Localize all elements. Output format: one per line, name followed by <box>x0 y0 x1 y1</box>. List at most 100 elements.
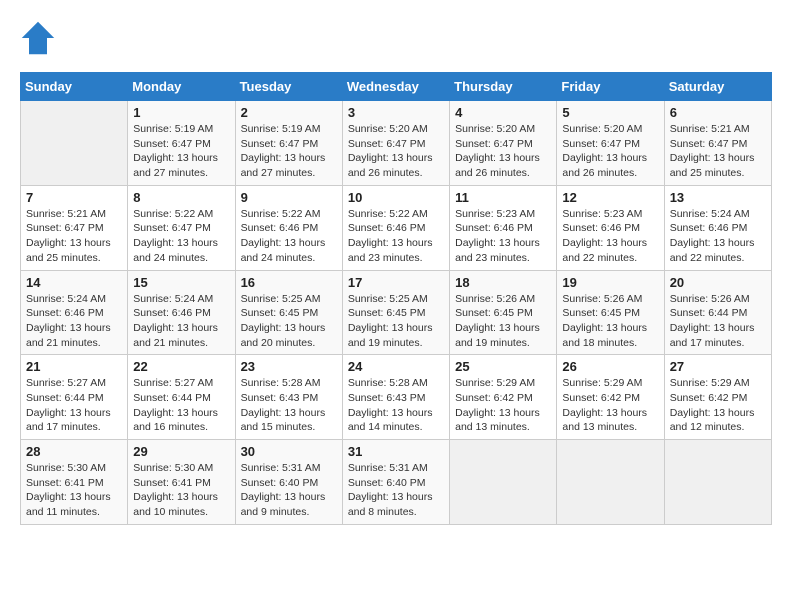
day-info: Sunrise: 5:21 AMSunset: 6:47 PMDaylight:… <box>670 122 766 181</box>
weekday-header: Thursday <box>450 73 557 101</box>
day-info: Sunrise: 5:24 AMSunset: 6:46 PMDaylight:… <box>670 207 766 266</box>
calendar-cell: 7 Sunrise: 5:21 AMSunset: 6:47 PMDaylight… <box>21 185 128 270</box>
calendar-cell: 16Sunrise: 5:25 AMSunset: 6:45 PMDayligh… <box>235 270 342 355</box>
calendar-cell <box>557 440 664 525</box>
day-number: 2 <box>241 105 337 120</box>
day-info: Sunrise: 5:29 AMSunset: 6:42 PMDaylight:… <box>670 376 766 435</box>
calendar-cell: 26Sunrise: 5:29 AMSunset: 6:42 PMDayligh… <box>557 355 664 440</box>
day-info: Sunrise: 5:28 AMSunset: 6:43 PMDaylight:… <box>348 376 444 435</box>
calendar-cell: 2 Sunrise: 5:19 AMSunset: 6:47 PMDaylight… <box>235 101 342 186</box>
day-number: 23 <box>241 359 337 374</box>
calendar-cell: 20 Sunrise: 5:26 AMSunset: 6:44 PMDayligh… <box>664 270 771 355</box>
calendar-week-row: 1 Sunrise: 5:19 AMSunset: 6:47 PMDaylight… <box>21 101 772 186</box>
calendar-cell: 18Sunrise: 5:26 AMSunset: 6:45 PMDayligh… <box>450 270 557 355</box>
calendar-week-row: 7 Sunrise: 5:21 AMSunset: 6:47 PMDaylight… <box>21 185 772 270</box>
calendar-cell: 4Sunrise: 5:20 AMSunset: 6:47 PMDaylight… <box>450 101 557 186</box>
day-info: Sunrise: 5:19 AMSunset: 6:47 PMDaylight:… <box>241 122 337 181</box>
day-number: 29 <box>133 444 229 459</box>
weekday-header: Wednesday <box>342 73 449 101</box>
day-number: 10 <box>348 190 444 205</box>
day-info: Sunrise: 5:21 AMSunset: 6:47 PMDaylight:… <box>26 207 122 266</box>
calendar-cell: 3 Sunrise: 5:20 AMSunset: 6:47 PMDaylight… <box>342 101 449 186</box>
day-number: 3 <box>348 105 444 120</box>
weekday-header-row: SundayMondayTuesdayWednesdayThursdayFrid… <box>21 73 772 101</box>
day-info: Sunrise: 5:29 AMSunset: 6:42 PMDaylight:… <box>562 376 658 435</box>
day-number: 27 <box>670 359 766 374</box>
day-number: 17 <box>348 275 444 290</box>
day-number: 30 <box>241 444 337 459</box>
calendar-week-row: 21 Sunrise: 5:27 AMSunset: 6:44 PMDayligh… <box>21 355 772 440</box>
day-info: Sunrise: 5:26 AMSunset: 6:44 PMDaylight:… <box>670 292 766 351</box>
calendar-cell: 21 Sunrise: 5:27 AMSunset: 6:44 PMDayligh… <box>21 355 128 440</box>
calendar-cell: 1 Sunrise: 5:19 AMSunset: 6:47 PMDaylight… <box>128 101 235 186</box>
day-number: 6 <box>670 105 766 120</box>
calendar-table: SundayMondayTuesdayWednesdayThursdayFrid… <box>20 72 772 525</box>
day-number: 1 <box>133 105 229 120</box>
calendar-cell: 28 Sunrise: 5:30 AMSunset: 6:41 PMDayligh… <box>21 440 128 525</box>
calendar-cell: 9 Sunrise: 5:22 AMSunset: 6:46 PMDaylight… <box>235 185 342 270</box>
calendar-cell: 29 Sunrise: 5:30 AMSunset: 6:41 PMDayligh… <box>128 440 235 525</box>
header <box>20 20 772 56</box>
calendar-cell: 22 Sunrise: 5:27 AMSunset: 6:44 PMDayligh… <box>128 355 235 440</box>
day-number: 14 <box>26 275 122 290</box>
day-info: Sunrise: 5:30 AMSunset: 6:41 PMDaylight:… <box>26 461 122 520</box>
day-info: Sunrise: 5:20 AMSunset: 6:47 PMDaylight:… <box>455 122 551 181</box>
calendar-cell: 6 Sunrise: 5:21 AMSunset: 6:47 PMDaylight… <box>664 101 771 186</box>
day-info: Sunrise: 5:30 AMSunset: 6:41 PMDaylight:… <box>133 461 229 520</box>
calendar-cell: 30Sunrise: 5:31 AMSunset: 6:40 PMDayligh… <box>235 440 342 525</box>
logo-icon <box>20 20 56 56</box>
day-info: Sunrise: 5:20 AMSunset: 6:47 PMDaylight:… <box>562 122 658 181</box>
calendar-week-row: 28 Sunrise: 5:30 AMSunset: 6:41 PMDayligh… <box>21 440 772 525</box>
day-info: Sunrise: 5:25 AMSunset: 6:45 PMDaylight:… <box>348 292 444 351</box>
calendar-cell: 14 Sunrise: 5:24 AMSunset: 6:46 PMDayligh… <box>21 270 128 355</box>
calendar-cell: 24 Sunrise: 5:28 AMSunset: 6:43 PMDayligh… <box>342 355 449 440</box>
day-info: Sunrise: 5:27 AMSunset: 6:44 PMDaylight:… <box>133 376 229 435</box>
day-info: Sunrise: 5:24 AMSunset: 6:46 PMDaylight:… <box>133 292 229 351</box>
day-number: 19 <box>562 275 658 290</box>
calendar-cell: 10 Sunrise: 5:22 AMSunset: 6:46 PMDayligh… <box>342 185 449 270</box>
weekday-header: Tuesday <box>235 73 342 101</box>
calendar-cell: 11Sunrise: 5:23 AMSunset: 6:46 PMDayligh… <box>450 185 557 270</box>
day-info: Sunrise: 5:24 AMSunset: 6:46 PMDaylight:… <box>26 292 122 351</box>
calendar-cell <box>21 101 128 186</box>
day-number: 24 <box>348 359 444 374</box>
calendar-cell <box>664 440 771 525</box>
weekday-header: Monday <box>128 73 235 101</box>
day-info: Sunrise: 5:26 AMSunset: 6:45 PMDaylight:… <box>562 292 658 351</box>
weekday-header: Friday <box>557 73 664 101</box>
day-info: Sunrise: 5:23 AMSunset: 6:46 PMDaylight:… <box>562 207 658 266</box>
calendar-cell: 12Sunrise: 5:23 AMSunset: 6:46 PMDayligh… <box>557 185 664 270</box>
calendar-cell: 27 Sunrise: 5:29 AMSunset: 6:42 PMDayligh… <box>664 355 771 440</box>
day-number: 7 <box>26 190 122 205</box>
day-info: Sunrise: 5:22 AMSunset: 6:47 PMDaylight:… <box>133 207 229 266</box>
calendar-cell: 5Sunrise: 5:20 AMSunset: 6:47 PMDaylight… <box>557 101 664 186</box>
day-number: 8 <box>133 190 229 205</box>
calendar-cell: 23 Sunrise: 5:28 AMSunset: 6:43 PMDayligh… <box>235 355 342 440</box>
day-number: 28 <box>26 444 122 459</box>
day-number: 18 <box>455 275 551 290</box>
day-number: 22 <box>133 359 229 374</box>
calendar-cell: 15 Sunrise: 5:24 AMSunset: 6:46 PMDayligh… <box>128 270 235 355</box>
day-info: Sunrise: 5:22 AMSunset: 6:46 PMDaylight:… <box>241 207 337 266</box>
calendar-cell <box>450 440 557 525</box>
day-info: Sunrise: 5:28 AMSunset: 6:43 PMDaylight:… <box>241 376 337 435</box>
day-info: Sunrise: 5:19 AMSunset: 6:47 PMDaylight:… <box>133 122 229 181</box>
day-number: 15 <box>133 275 229 290</box>
calendar-cell: 19 Sunrise: 5:26 AMSunset: 6:45 PMDayligh… <box>557 270 664 355</box>
day-number: 16 <box>241 275 337 290</box>
day-number: 13 <box>670 190 766 205</box>
weekday-header: Sunday <box>21 73 128 101</box>
day-info: Sunrise: 5:22 AMSunset: 6:46 PMDaylight:… <box>348 207 444 266</box>
day-info: Sunrise: 5:20 AMSunset: 6:47 PMDaylight:… <box>348 122 444 181</box>
day-info: Sunrise: 5:27 AMSunset: 6:44 PMDaylight:… <box>26 376 122 435</box>
calendar-cell: 31 Sunrise: 5:31 AMSunset: 6:40 PMDayligh… <box>342 440 449 525</box>
day-info: Sunrise: 5:29 AMSunset: 6:42 PMDaylight:… <box>455 376 551 435</box>
logo <box>20 20 62 56</box>
day-number: 31 <box>348 444 444 459</box>
day-number: 21 <box>26 359 122 374</box>
day-number: 9 <box>241 190 337 205</box>
day-number: 20 <box>670 275 766 290</box>
weekday-header: Saturday <box>664 73 771 101</box>
day-info: Sunrise: 5:23 AMSunset: 6:46 PMDaylight:… <box>455 207 551 266</box>
day-info: Sunrise: 5:31 AMSunset: 6:40 PMDaylight:… <box>348 461 444 520</box>
